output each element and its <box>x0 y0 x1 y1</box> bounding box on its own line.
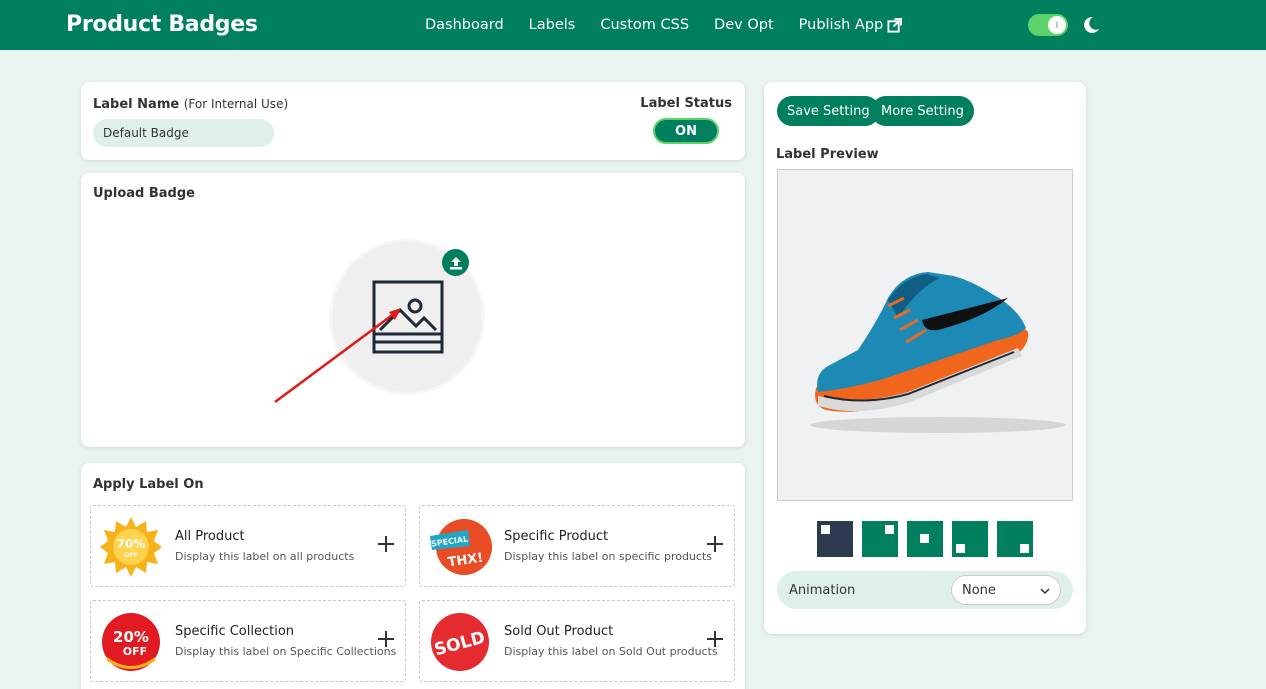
right-panel: Save Setting More Setting Label Preview … <box>764 82 1086 634</box>
animation-value: None <box>962 583 996 598</box>
special-thx-badge-icon: SPECIAL THX! <box>430 519 492 575</box>
position-bottom-right[interactable] <box>997 521 1033 557</box>
position-top-right[interactable] <box>862 521 898 557</box>
nav-publish-app[interactable]: Publish App <box>799 17 903 33</box>
position-selector <box>817 521 1033 557</box>
sneaker-product-image <box>810 272 1066 433</box>
position-top-left[interactable] <box>817 521 853 557</box>
top-bar: Product Badges Dashboard Labels Custom C… <box>0 0 1266 50</box>
option-specific-product[interactable]: SPECIAL THX! Specific Product Display th… <box>419 505 735 587</box>
sale-70-text: 70% <box>117 537 146 551</box>
option-desc: Display this label on Specific Collectio… <box>175 645 397 658</box>
animation-select[interactable]: None <box>951 575 1061 605</box>
sold-badge-icon: SOLD <box>431 613 489 671</box>
nav-custom-css[interactable]: Custom CSS <box>600 17 689 33</box>
sale-20-off-badge-icon: 20% OFF <box>102 613 160 671</box>
moon-icon[interactable] <box>1081 15 1101 35</box>
option-title: Specific Collection <box>175 624 295 639</box>
plus-icon[interactable] <box>705 534 725 554</box>
sale-70-off-text: OFF <box>124 552 137 559</box>
nav-publish-app-label: Publish App <box>798 17 884 33</box>
main-nav: Dashboard Labels Custom CSS Dev Opt Publ… <box>425 17 903 33</box>
nav-dev-opt[interactable]: Dev Opt <box>714 17 774 33</box>
app-title: Product Badges <box>66 12 258 37</box>
option-all-product[interactable]: 70% OFF All Product Display this label o… <box>90 505 406 587</box>
option-specific-collection[interactable]: 20% OFF Specific Collection Display this… <box>90 600 406 682</box>
sale-70-off-badge-icon: 70% OFF <box>100 517 162 577</box>
save-setting-button[interactable]: Save Setting <box>777 96 880 126</box>
label-status-toggle[interactable]: ON <box>653 118 719 144</box>
position-bottom-left[interactable] <box>952 521 988 557</box>
option-title: All Product <box>175 529 245 544</box>
option-desc: Display this label on specific products <box>504 550 713 563</box>
sale-20-text: 20% <box>113 628 149 646</box>
label-preview-title: Label Preview <box>776 147 879 162</box>
annotation-arrow <box>274 308 401 404</box>
position-center[interactable] <box>907 521 943 557</box>
label-name-heading: Label Name (For Internal Use) <box>93 97 288 112</box>
more-setting-button[interactable]: More Setting <box>871 96 974 126</box>
nav-labels[interactable]: Labels <box>529 17 576 33</box>
animation-label: Animation <box>789 583 856 598</box>
label-name-hint: (For Internal Use) <box>183 97 289 111</box>
external-link-icon <box>887 17 903 33</box>
plus-icon[interactable] <box>705 629 725 649</box>
label-name-title: Label Name <box>93 97 180 112</box>
option-title: Specific Product <box>504 529 609 544</box>
toggle-knob: I <box>1048 16 1066 34</box>
option-sold-out-product[interactable]: SOLD Sold Out Product Display this label… <box>419 600 735 682</box>
option-desc: Display this label on Sold Out products <box>504 645 718 658</box>
apply-label-card: Apply Label On 70% OFF All Product Displ… <box>81 463 745 689</box>
label-name-input[interactable] <box>93 119 274 147</box>
upload-badge-card: Upload Badge <box>81 173 745 447</box>
label-status-heading: Label Status <box>640 96 732 111</box>
label-preview-area <box>777 169 1073 501</box>
animation-row: Animation None <box>777 571 1073 609</box>
apply-label-title: Apply Label On <box>93 477 204 492</box>
label-name-card: Label Name (For Internal Use) Label Stat… <box>81 82 745 160</box>
theme-toggle[interactable]: I <box>1028 14 1068 36</box>
plus-icon[interactable] <box>376 534 396 554</box>
plus-icon[interactable] <box>376 629 396 649</box>
nav-dashboard[interactable]: Dashboard <box>425 17 504 33</box>
chevron-down-icon <box>1040 588 1050 595</box>
sale-20-off-text: OFF <box>123 645 147 658</box>
option-title: Sold Out Product <box>504 624 614 639</box>
option-desc: Display this label on all products <box>175 550 355 563</box>
